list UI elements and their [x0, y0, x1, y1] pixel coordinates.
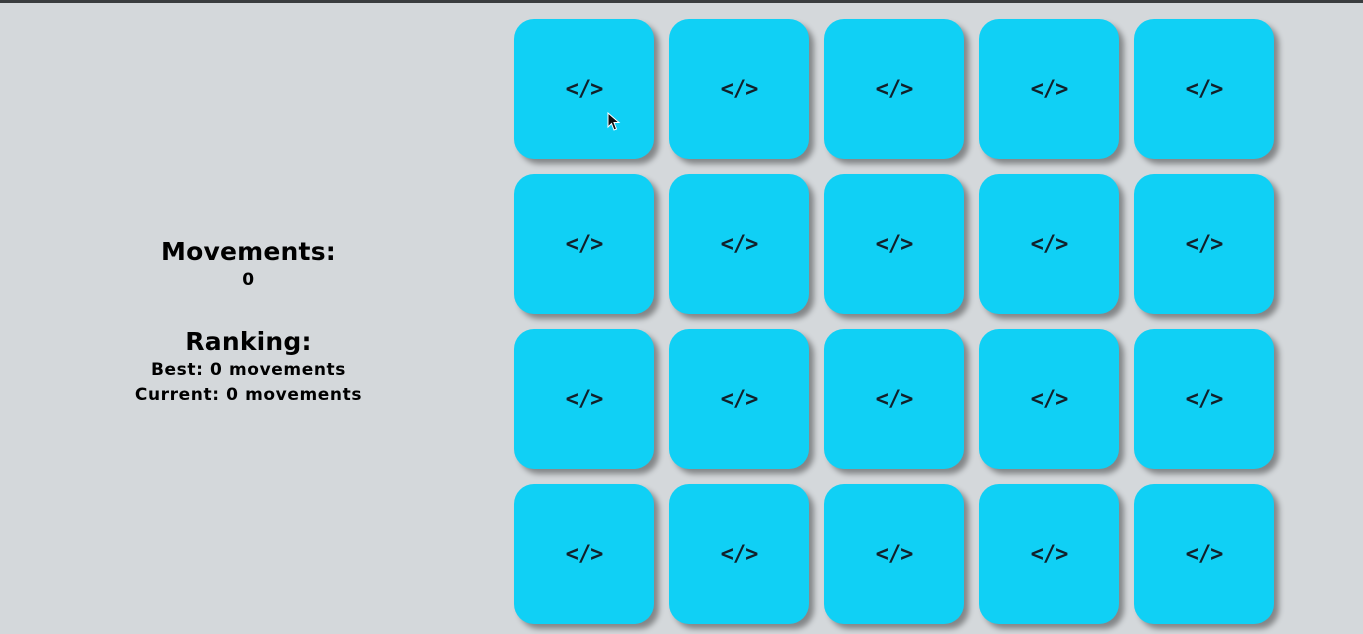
memory-card[interactable]: </>: [1134, 19, 1274, 159]
code-icon: </>: [1185, 76, 1224, 102]
memory-card[interactable]: </>: [669, 329, 809, 469]
memory-card[interactable]: </>: [1134, 174, 1274, 314]
code-icon: </>: [565, 76, 604, 102]
movements-count: 0: [242, 270, 255, 290]
memory-card[interactable]: </>: [824, 329, 964, 469]
memory-card[interactable]: </>: [979, 329, 1119, 469]
memory-card[interactable]: </>: [669, 484, 809, 624]
code-icon: </>: [1185, 386, 1224, 412]
card-board: </> </> </> </> </> </> </> </> </> </> </> </> </> <…: [514, 19, 1274, 624]
code-icon: </>: [720, 231, 759, 257]
stats-block: Movements: 0 Ranking: Best: 0 movements …: [0, 236, 497, 408]
code-icon: </>: [1030, 231, 1069, 257]
ranking-current: Current: 0 movements: [134, 385, 363, 405]
memory-card[interactable]: </>: [514, 19, 654, 159]
memory-card[interactable]: </>: [669, 19, 809, 159]
code-icon: </>: [1030, 386, 1069, 412]
memory-card[interactable]: </>: [979, 19, 1119, 159]
code-icon: </>: [720, 541, 759, 567]
code-icon: </>: [1185, 231, 1224, 257]
memory-card[interactable]: </>: [979, 174, 1119, 314]
memory-card[interactable]: </>: [669, 174, 809, 314]
ranking-heading: Ranking:: [185, 327, 312, 356]
code-icon: </>: [1030, 541, 1069, 567]
code-icon: </>: [1185, 541, 1224, 567]
memory-card[interactable]: </>: [1134, 484, 1274, 624]
code-icon: </>: [720, 386, 759, 412]
memory-card[interactable]: </>: [514, 484, 654, 624]
code-icon: </>: [565, 231, 604, 257]
ranking-best: Best: 0 movements: [151, 360, 346, 380]
memory-card[interactable]: </>: [824, 19, 964, 159]
memory-card[interactable]: </>: [979, 484, 1119, 624]
code-icon: </>: [875, 76, 914, 102]
movements-heading: Movements:: [161, 237, 336, 266]
code-icon: </>: [1030, 76, 1069, 102]
code-icon: </>: [875, 231, 914, 257]
memory-card[interactable]: </>: [514, 329, 654, 469]
code-icon: </>: [875, 541, 914, 567]
code-icon: </>: [720, 76, 759, 102]
code-icon: </>: [565, 541, 604, 567]
code-icon: </>: [565, 386, 604, 412]
score-panel: Movements: 0 Ranking: Best: 0 movements …: [0, 0, 497, 634]
memory-card[interactable]: </>: [1134, 329, 1274, 469]
memory-card[interactable]: </>: [514, 174, 654, 314]
code-icon: </>: [875, 386, 914, 412]
memory-card[interactable]: </>: [824, 174, 964, 314]
memory-card[interactable]: </>: [824, 484, 964, 624]
